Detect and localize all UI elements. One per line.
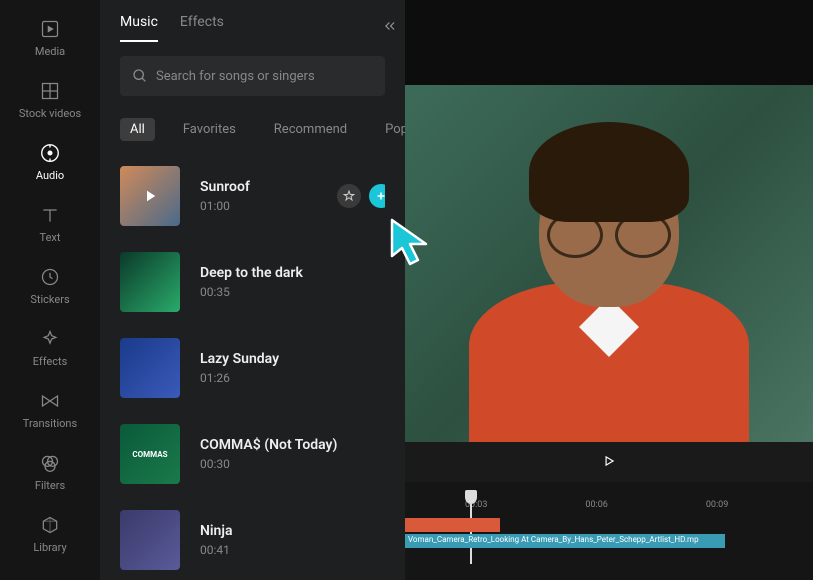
search-input[interactable] xyxy=(156,69,373,84)
track-duration: 01:26 xyxy=(200,371,279,385)
venn-icon xyxy=(39,452,61,474)
ruler-mark: 00:09 xyxy=(706,500,728,510)
star-icon xyxy=(343,190,355,202)
track-actions xyxy=(337,184,385,208)
audio-clip[interactable]: Voman_Camera_Retro_Looking At Camera_By_… xyxy=(405,534,725,548)
sidebar-item-text[interactable]: Text xyxy=(39,204,61,244)
sidebar-item-filters[interactable]: Filters xyxy=(35,452,65,492)
bowtie-icon xyxy=(39,390,61,412)
favorite-button[interactable] xyxy=(337,184,361,208)
sidebar-label: Effects xyxy=(33,355,68,368)
track-duration: 01:00 xyxy=(200,199,250,213)
track-title: Lazy Sunday xyxy=(200,351,279,367)
collapse-panel-button[interactable] xyxy=(383,18,397,37)
track-duration: 00:41 xyxy=(200,543,232,557)
play-square-icon xyxy=(39,18,61,40)
track-title: COMMA$ (Not Today) xyxy=(200,437,337,453)
video-clip[interactable] xyxy=(405,518,500,532)
sidebar-label: Stickers xyxy=(30,293,69,306)
tab-music[interactable]: Music xyxy=(120,14,158,42)
track-info: Ninja 00:41 xyxy=(200,523,232,557)
video-preview[interactable] xyxy=(405,85,813,442)
music-disc-icon xyxy=(39,142,61,164)
track-title: Deep to the dark xyxy=(200,265,303,281)
sidebar-label: Stock videos xyxy=(19,107,81,120)
play-button[interactable] xyxy=(602,453,616,472)
main-area: 00:03 00:06 00:09 Voman_Camera_Retro_Loo… xyxy=(405,0,813,580)
play-icon xyxy=(141,187,159,205)
sidebar-item-audio[interactable]: Audio xyxy=(36,142,64,182)
sidebar-label: Filters xyxy=(35,479,65,492)
sidebar-item-stickers[interactable]: Stickers xyxy=(30,266,69,306)
track-duration: 00:30 xyxy=(200,457,337,471)
plus-icon xyxy=(375,190,385,202)
track-thumbnail[interactable] xyxy=(120,252,180,312)
search-icon xyxy=(132,68,148,84)
sidebar-label: Library xyxy=(33,541,66,554)
track-info: Sunroof 01:00 xyxy=(200,179,250,213)
add-track-button[interactable] xyxy=(369,184,385,208)
track-thumbnail[interactable] xyxy=(120,338,180,398)
filter-favorites[interactable]: Favorites xyxy=(173,118,246,141)
track-list: Sunroof 01:00 Deep to the dark 00:35 xyxy=(120,166,385,570)
track-thumbnail[interactable] xyxy=(120,166,180,226)
sidebar-item-effects[interactable]: Effects xyxy=(33,328,68,368)
track-item[interactable]: Deep to the dark 00:35 xyxy=(120,252,385,312)
track-item[interactable]: Lazy Sunday 01:26 xyxy=(120,338,385,398)
preview-person xyxy=(469,142,749,442)
sidebar-item-transitions[interactable]: Transitions xyxy=(23,390,77,430)
track-thumbnail[interactable] xyxy=(120,510,180,570)
track-item[interactable]: COMMAS COMMA$ (Not Today) 00:30 xyxy=(120,424,385,484)
tab-effects[interactable]: Effects xyxy=(180,14,224,42)
filter-row: All Favorites Recommend Pop xyxy=(120,116,385,142)
track-info: Lazy Sunday 01:26 xyxy=(200,351,279,385)
track-item[interactable]: Sunroof 01:00 xyxy=(120,166,385,226)
panel-tabs: Music Effects xyxy=(120,0,385,56)
track-info: Deep to the dark 00:35 xyxy=(200,265,303,299)
sidebar-item-library[interactable]: Library xyxy=(33,514,66,554)
filter-recommend[interactable]: Recommend xyxy=(264,118,357,141)
clock-icon xyxy=(39,266,61,288)
sidebar-item-media[interactable]: Media xyxy=(35,18,65,58)
track-info: COMMA$ (Not Today) 00:30 xyxy=(200,437,337,471)
sidebar-label: Media xyxy=(35,45,65,58)
ruler-mark: 00:06 xyxy=(585,500,607,510)
preview-controls xyxy=(405,442,813,482)
track-item[interactable]: Ninja 00:41 xyxy=(120,510,385,570)
sidebar-label: Text xyxy=(40,231,61,244)
track-duration: 00:35 xyxy=(200,285,303,299)
grid-icon xyxy=(39,80,61,102)
sidebar-label: Transitions xyxy=(23,417,77,430)
sidebar-item-stock-videos[interactable]: Stock videos xyxy=(19,80,81,120)
timeline[interactable]: 00:03 00:06 00:09 Voman_Camera_Retro_Loo… xyxy=(405,482,813,580)
filter-all[interactable]: All xyxy=(120,118,155,141)
play-icon xyxy=(602,454,616,468)
track-title: Sunroof xyxy=(200,179,250,195)
sidebar-label: Audio xyxy=(36,169,64,182)
cube-icon xyxy=(39,514,61,536)
audio-panel: Music Effects All Favorites Recommend Po… xyxy=(100,0,405,580)
track-title: Ninja xyxy=(200,523,232,539)
sparkle-icon xyxy=(39,328,61,350)
text-icon xyxy=(39,204,61,226)
sidebar: Media Stock videos Audio Text Stickers E… xyxy=(0,0,100,580)
search-bar[interactable] xyxy=(120,56,385,96)
track-thumbnail[interactable]: COMMAS xyxy=(120,424,180,484)
